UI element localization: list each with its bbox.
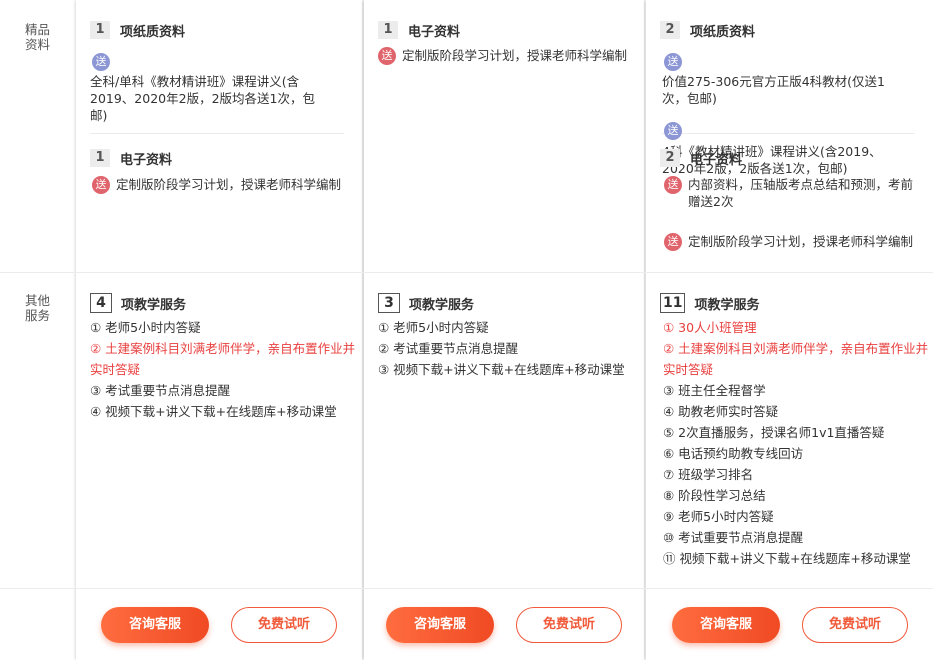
service-item: ⑨ 老师5小时内答疑 <box>663 509 774 524</box>
plan-column-1: 1 项纸质资料 送 全科/单科《教材精讲班》课程讲义(含2019、2020年2版… <box>76 0 362 660</box>
services-row-label: 其他 服务 <box>25 293 51 323</box>
consult-button[interactable]: 咨询客服 <box>672 607 780 643</box>
services-list: ① 30人小班管理 ② 土建案例科目刘满老师伴学，亲自布置作业并实时答疑 ③ 班… <box>663 317 933 569</box>
service-item: ⑦ 班级学习排名 <box>663 467 754 482</box>
service-item: ③ 考试重要节点消息提醒 <box>90 383 231 398</box>
gift-badge-icon: 送 <box>92 53 110 71</box>
paper-title: 项纸质资料 <box>690 24 756 40</box>
services-count: 4 <box>90 293 112 313</box>
gift-badge-icon: 送 <box>664 176 682 194</box>
service-item: ⑤ 2次直播服务，授课名师1v1直播答疑 <box>663 425 885 440</box>
paper-count: 2 <box>660 21 680 39</box>
service-item: ④ 视频下载+讲义下载+在线题库+移动课堂 <box>90 404 337 419</box>
gift-item: 全科/单科《教材精讲班》课程讲义(含2019、2020年2版，2版均各送1次，包… <box>90 74 315 123</box>
plan-column-3: 2 项纸质资料 送 价值275-306元官方正版4科教材(仅送1次，包邮) 送 … <box>646 0 933 660</box>
electronic-materials-section: 2 电子资料 <box>660 147 927 169</box>
services-title: 项教学服务 <box>694 297 760 313</box>
services-section: 11 项教学服务 <box>660 292 927 314</box>
free-trial-button[interactable]: 免费试听 <box>802 607 908 643</box>
consult-button[interactable]: 咨询客服 <box>101 607 209 643</box>
electronic-count: 1 <box>378 21 398 39</box>
service-item: ④ 助教老师实时答疑 <box>663 404 779 419</box>
plan-column-2: 1 电子资料 送 定制版阶段学习计划，授课老师科学编制 3 项教学服务 ① 老师… <box>364 0 644 660</box>
services-title: 项教学服务 <box>121 297 187 313</box>
services-title: 项教学服务 <box>409 297 475 313</box>
service-item: ⑩ 考试重要节点消息提醒 <box>663 530 804 545</box>
electronic-materials-section: 1 电子资料 <box>90 147 356 169</box>
service-item: ② 考试重要节点消息提醒 <box>378 341 519 356</box>
divider <box>662 133 915 134</box>
service-item: ⑥ 电话预约助教专线回访 <box>663 446 804 461</box>
consult-button[interactable]: 咨询客服 <box>386 607 494 643</box>
services-section: 4 项教学服务 <box>90 292 356 314</box>
services-count: 11 <box>660 293 686 313</box>
services-list: ① 老师5小时内答疑 ② 土建案例科目刘满老师伴学，亲自布置作业并实时答疑 ③ … <box>90 317 362 422</box>
gift-badge-icon: 送 <box>664 233 682 251</box>
row-divider <box>0 272 933 273</box>
row-label-column: 精品 资料 其他 服务 <box>0 0 76 660</box>
electronic-count: 1 <box>90 149 110 167</box>
electronic-count: 2 <box>660 149 680 167</box>
service-item: ① 老师5小时内答疑 <box>90 320 201 335</box>
service-item: ② 土建案例科目刘满老师伴学，亲自布置作业并实时答疑 <box>663 341 929 377</box>
services-list: ① 老师5小时内答疑 ② 考试重要节点消息提醒 ③ 视频下载+讲义下载+在线题库… <box>378 317 644 380</box>
service-item: ① 30人小班管理 <box>663 320 757 335</box>
free-trial-button[interactable]: 免费试听 <box>516 607 622 643</box>
gift-item: 价值275-306元官方正版4科教材(仅送1次，包邮) <box>662 74 886 106</box>
services-count: 3 <box>378 293 400 313</box>
free-trial-button[interactable]: 免费试听 <box>231 607 337 643</box>
electronic-title: 电子资料 <box>690 152 743 168</box>
gift-badge-icon: 送 <box>664 53 682 71</box>
gift-badge-icon: 送 <box>664 122 682 140</box>
paper-materials-section: 1 项纸质资料 <box>90 19 356 41</box>
service-item: ③ 班主任全程督学 <box>663 383 766 398</box>
gift-badge-icon: 送 <box>92 176 110 194</box>
electronic-title: 电子资料 <box>120 152 173 168</box>
paper-title: 项纸质资料 <box>120 24 186 40</box>
divider <box>90 133 344 134</box>
service-item: ② 土建案例科目刘满老师伴学，亲自布置作业并实时答疑 <box>90 341 356 377</box>
gift-item: 送 定制版阶段学习计划，授课老师科学编制 <box>664 233 926 251</box>
paper-count: 1 <box>90 21 110 39</box>
service-item: ③ 视频下载+讲义下载+在线题库+移动课堂 <box>378 362 625 377</box>
materials-row-label: 精品 资料 <box>25 22 51 52</box>
service-item: ⑪ 视频下载+讲义下载+在线题库+移动课堂 <box>663 551 911 566</box>
row-divider <box>0 588 933 589</box>
gift-badge-icon: 送 <box>378 47 396 65</box>
paper-materials-section: 2 项纸质资料 <box>660 19 927 41</box>
services-section: 3 项教学服务 <box>378 292 638 314</box>
electronic-title: 电子资料 <box>408 24 461 40</box>
service-item: ⑧ 阶段性学习总结 <box>663 488 766 503</box>
gift-item: 送 定制版阶段学习计划，授课老师科学编制 <box>378 47 642 65</box>
service-item: ① 老师5小时内答疑 <box>378 320 489 335</box>
gift-item: 送 定制版阶段学习计划，授课老师科学编制 <box>92 176 354 194</box>
electronic-materials-section: 1 电子资料 <box>378 19 638 41</box>
gift-item: 送 内部资料，压轴版考点总结和预测，考前赠送2次 <box>664 176 920 210</box>
